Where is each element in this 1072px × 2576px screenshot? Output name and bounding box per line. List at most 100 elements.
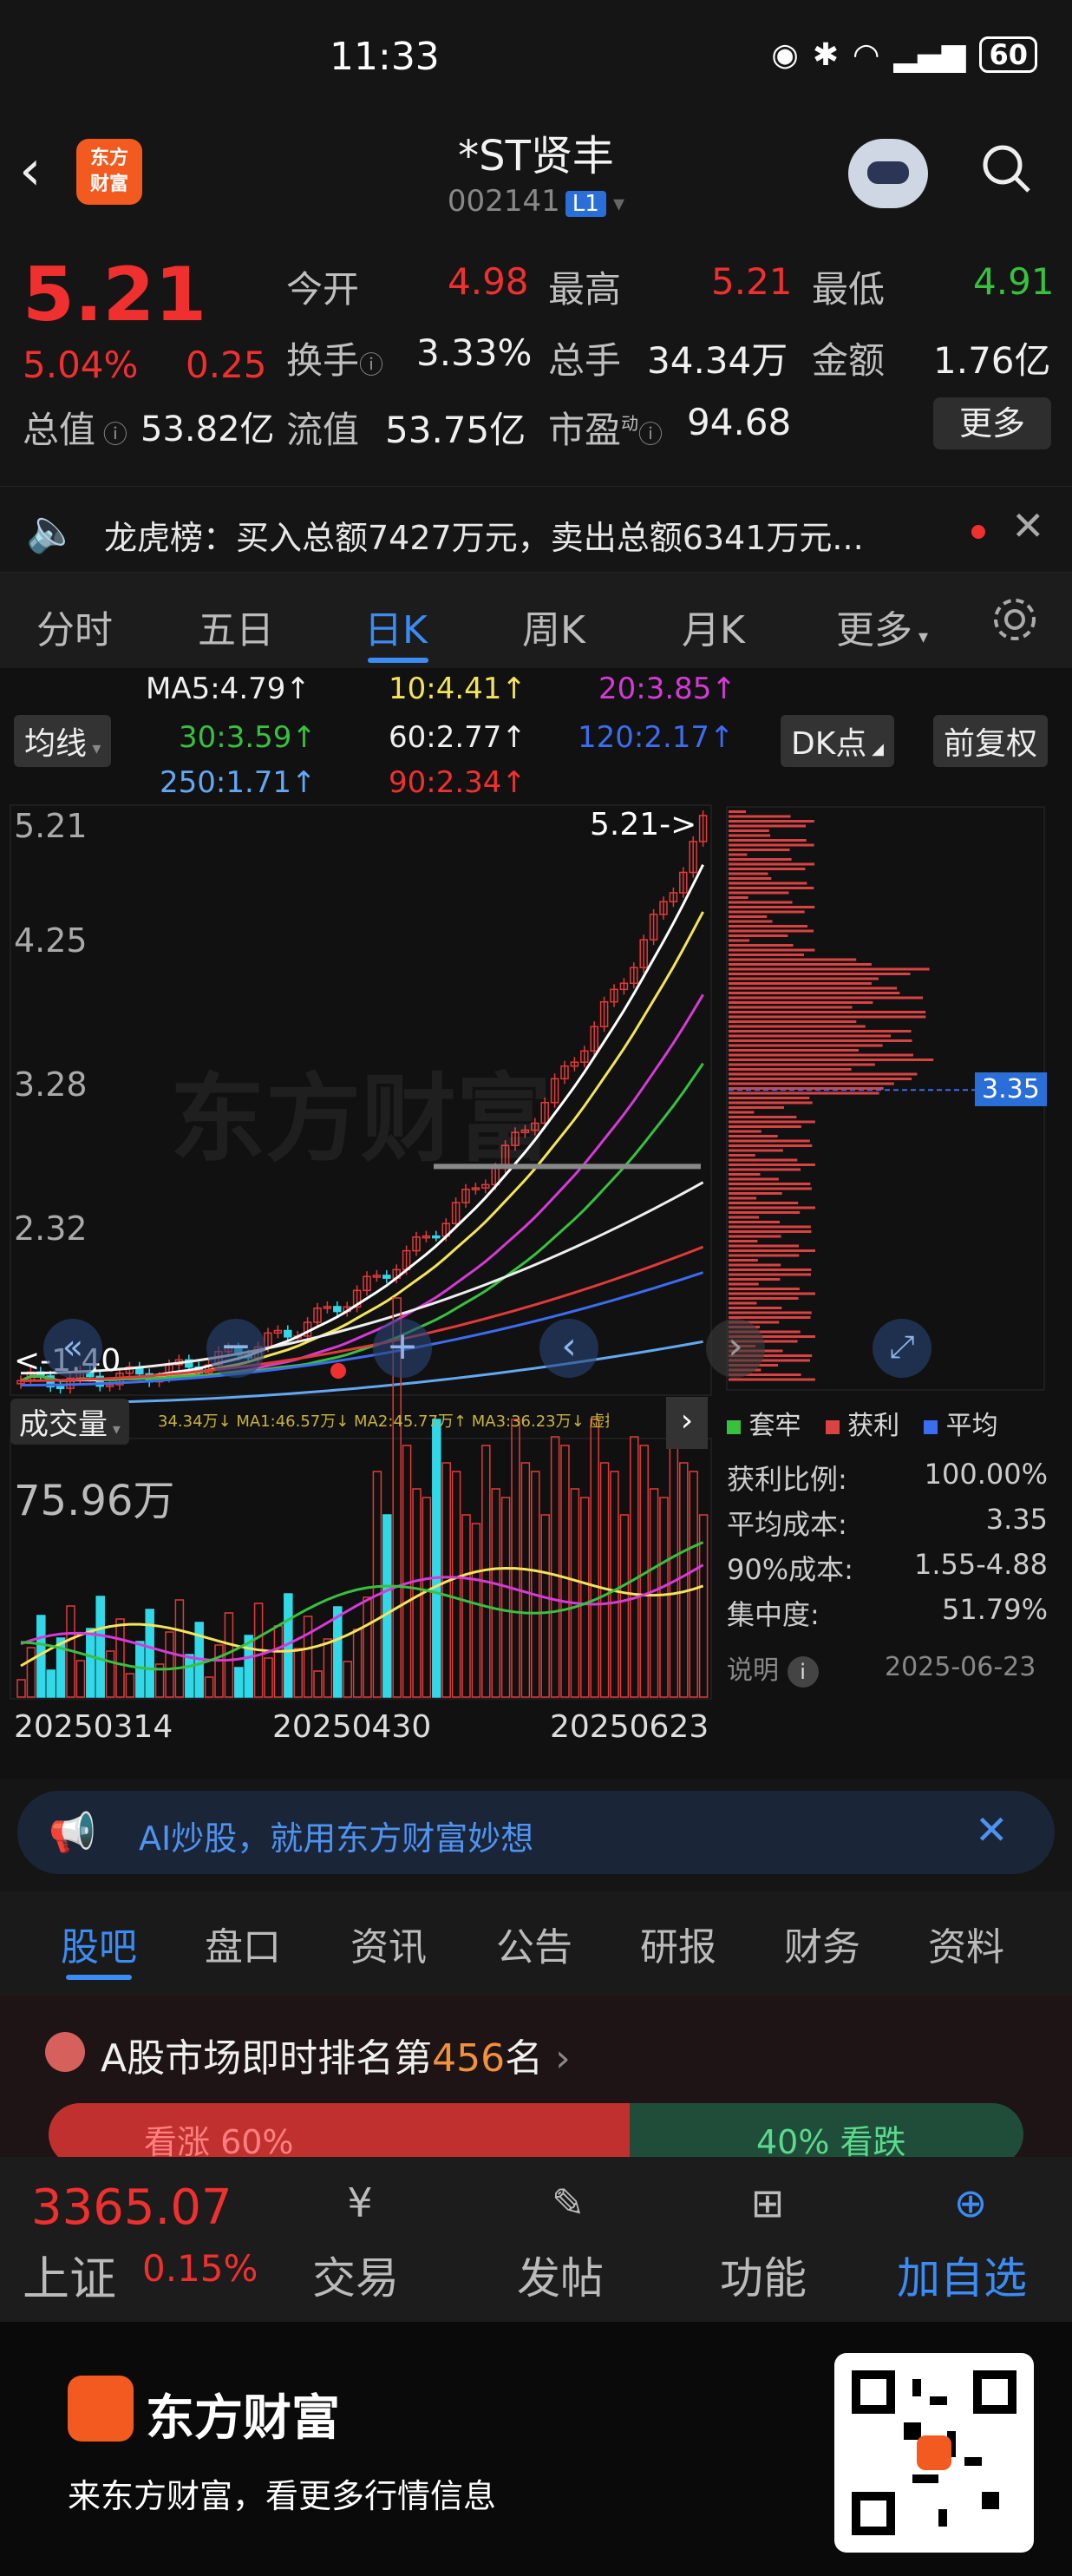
low-value: 4.91 (973, 260, 1055, 303)
rank-section[interactable]: A股市场即时排名第456名 › 看涨 60% 40% 看跌 (0, 1996, 1072, 2166)
dk-point-button[interactable]: DK点 ◢ (781, 715, 894, 767)
post-icon[interactable]: ✎ (520, 2179, 616, 2226)
megaphone-icon: 📢 (49, 1811, 96, 1855)
ai-banner-text: AI炒股，就用东方财富妙想 (139, 1819, 534, 1858)
trade-label[interactable]: 交易 (312, 2244, 399, 2306)
subtab-announcements[interactable]: 公告 (496, 1916, 572, 1971)
add-watchlist-icon[interactable]: ⊕ (923, 2179, 1018, 2226)
index-name[interactable]: 上证 (23, 2240, 116, 2309)
date-start: 20250314 (14, 1709, 173, 1745)
chip-bar (729, 839, 807, 842)
chip-bar (729, 992, 900, 994)
volume-value: 34.34万 (647, 339, 788, 382)
chip-bar (729, 1116, 797, 1118)
tab-intraday[interactable]: 分时 (36, 599, 113, 654)
chip-bar (729, 1268, 812, 1271)
assistant-robot-icon[interactable] (848, 139, 928, 208)
settings-gear-icon[interactable] (989, 593, 1041, 646)
chip-bar (729, 1078, 912, 1080)
subtab-finance[interactable]: 财务 (784, 1916, 860, 1971)
footer-slogan: 来东方财富，看更多行情信息 (68, 2477, 497, 2515)
chip-bar (729, 862, 815, 866)
pe-value: 94.68 (687, 401, 792, 443)
subtab-profile[interactable]: 资料 (928, 1916, 1004, 1971)
chip-bar (729, 1240, 758, 1242)
last-price: 5.21 (23, 252, 207, 338)
dragon-tiger-bar[interactable]: 🔈 龙虎榜：买入总额7427万元，卖出总额6341万元... ✕ (0, 486, 1072, 573)
function-label[interactable]: 功能 (720, 2244, 807, 2306)
chip-bar (729, 1301, 757, 1305)
function-icon[interactable]: ⊞ (720, 2179, 815, 2226)
chip-bar (729, 820, 814, 823)
chip-bar (729, 1173, 761, 1176)
chip-bar (729, 1177, 779, 1181)
chip-bar (729, 1158, 798, 1162)
ai-banner[interactable]: 📢 AI炒股，就用东方财富妙想 ✕ (17, 1791, 1055, 1874)
tab-weekly-k[interactable]: 周K (522, 599, 585, 654)
qr-code (834, 2353, 1034, 2553)
scroll-left-icon[interactable]: ‹ (539, 1319, 598, 1378)
chip-bar (729, 1316, 811, 1319)
expand-indicator-icon[interactable]: › (666, 1397, 708, 1449)
chip-bar (729, 1149, 783, 1152)
close-icon[interactable]: ✕ (1011, 502, 1045, 549)
chip-bar (729, 1106, 784, 1109)
chip-bar (729, 920, 773, 923)
chip-bar (729, 954, 804, 956)
market-cap-label: 总值 ⓘ (23, 409, 127, 451)
long-ma-line (20, 1245, 704, 1382)
add-watchlist-label[interactable]: 加自选 (897, 2244, 1027, 2306)
post-label[interactable]: 发帖 (517, 2244, 604, 2306)
chip-bar (729, 1254, 800, 1257)
chip-bar (729, 1206, 815, 1209)
legend-profit: 获利 (847, 1411, 900, 1441)
scroll-right-icon[interactable]: › (706, 1319, 765, 1378)
subtab-pankou[interactable]: 盘口 (205, 1916, 281, 1971)
chip-bar (729, 858, 792, 861)
chip-row: 获利比例: 100.00% (727, 1458, 1048, 1496)
fullscreen-icon[interactable]: ⤢ (873, 1319, 931, 1378)
chip-help[interactable]: 说明 i (727, 1649, 819, 1688)
chip-bar (729, 1307, 782, 1309)
tab-daily-k[interactable]: 日K (364, 599, 428, 654)
chip-bar (729, 1053, 913, 1057)
level-badge[interactable]: L1 (565, 191, 606, 217)
scroll-left-fast-icon[interactable]: « (43, 1319, 102, 1378)
tab-more[interactable]: 更多 ▾ (836, 599, 928, 654)
chip-bar (729, 1144, 813, 1147)
chip-bar (729, 1273, 811, 1276)
chip-bar (729, 1135, 778, 1137)
chip-bar (729, 1216, 760, 1219)
adjust-button[interactable]: 前复权 (933, 715, 1049, 767)
zoom-out-icon[interactable]: − (206, 1319, 265, 1378)
chip-bar (729, 891, 789, 895)
chip-bar (729, 1154, 755, 1157)
banner-close-icon[interactable]: ✕ (975, 1806, 1009, 1853)
ma-line-button[interactable]: 均线 ▾ (14, 715, 112, 767)
chip-legend: 套牢 获利 平均 (727, 1404, 998, 1442)
ma20-label: 20:3.85↑ (598, 672, 736, 706)
ma30-label: 30:3.59↑ (179, 720, 317, 755)
tab-5day[interactable]: 五日 (198, 599, 274, 654)
info-icon[interactable]: i (787, 1656, 819, 1688)
chip-bar (729, 944, 794, 947)
subtab-guba[interactable]: 股吧 (61, 1916, 137, 1971)
subtab-research[interactable]: 研报 (640, 1916, 716, 1971)
ma120-label: 120:2.17↑ (578, 720, 735, 755)
index-value[interactable]: 3365.07 (31, 2179, 232, 2236)
trade-icon[interactable]: ¥ (312, 2179, 408, 2226)
zoom-in-icon[interactable]: + (373, 1319, 432, 1378)
more-button[interactable]: 更多 (933, 397, 1051, 449)
y-tick-3: 3.28 (14, 1065, 88, 1104)
subtab-news[interactable]: 资讯 (350, 1916, 427, 1971)
volume-indicator-button[interactable]: 成交量 ▾ (10, 1399, 129, 1445)
chip-bar (729, 1101, 813, 1104)
chip-bar (729, 1020, 857, 1023)
volume-bar (86, 1628, 95, 1698)
search-icon[interactable] (978, 141, 1034, 196)
chip-bar (729, 915, 768, 918)
volume-bar (382, 1514, 392, 1698)
chip-bar (729, 925, 808, 927)
tab-monthly-k[interactable]: 月K (682, 599, 745, 654)
volume-bar (145, 1609, 154, 1698)
